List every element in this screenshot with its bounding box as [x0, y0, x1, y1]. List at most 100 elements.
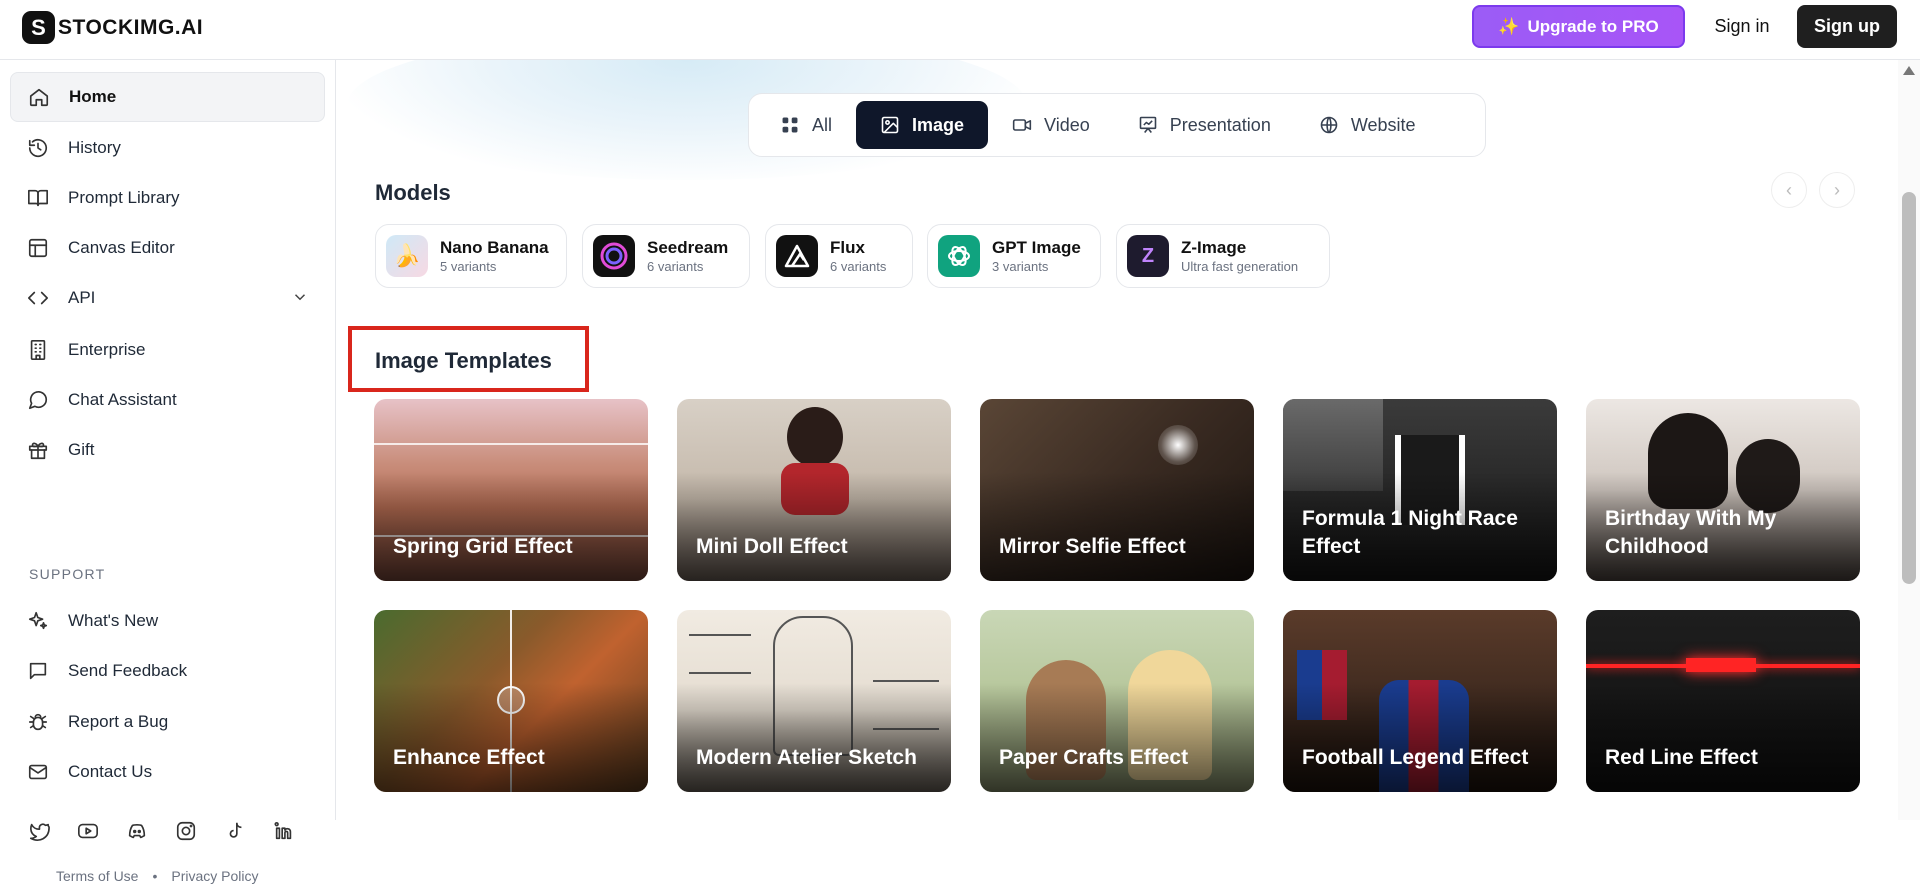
sign-up-button[interactable]: Sign up — [1797, 5, 1897, 48]
seedream-icon — [593, 235, 635, 277]
model-variants: 3 variants — [992, 258, 1049, 274]
template-label: Birthday With My Childhood — [1605, 507, 1777, 558]
tab-presentation[interactable]: Presentation — [1114, 101, 1295, 149]
sidebar-item-enterprise[interactable]: Enterprise — [10, 325, 325, 375]
template-card-red-line[interactable]: Red Line Effect — [1586, 610, 1860, 792]
support-heading: SUPPORT — [29, 566, 106, 582]
model-card-flux[interactable]: Flux 6 variants — [765, 224, 913, 288]
template-label: Football Legend Effect — [1302, 746, 1529, 769]
sidebar-item-history[interactable]: History — [10, 123, 325, 173]
model-card-nano-banana[interactable]: 🍌 Nano Banana 5 variants — [375, 224, 567, 288]
model-card-gpt-image[interactable]: GPT Image 3 variants — [927, 224, 1101, 288]
upgrade-button[interactable]: ✨ Upgrade to PRO — [1472, 5, 1685, 48]
footer-links: Terms of Use • Privacy Policy — [56, 868, 259, 884]
sidebar-item-label: Canvas Editor — [68, 238, 175, 257]
model-card-seedream[interactable]: Seedream 6 variants — [582, 224, 750, 288]
tab-label: Image — [912, 114, 965, 135]
template-card-birthday[interactable]: Birthday With My Childhood — [1586, 399, 1860, 581]
sidebar-item-gift[interactable]: Gift — [10, 425, 325, 475]
model-name: GPT Image — [992, 237, 1081, 257]
sidebar-item-label: Enterprise — [68, 340, 146, 359]
tab-all[interactable]: All — [756, 101, 856, 149]
sign-in-button[interactable]: Sign in — [1700, 5, 1784, 48]
sidebar-item-prompt-library[interactable]: Prompt Library — [10, 173, 325, 223]
globe-icon — [1320, 116, 1338, 134]
sidebar-item-report-bug[interactable]: Report a Bug — [10, 697, 325, 747]
image-icon — [881, 116, 899, 134]
sidebar-item-label: What's New — [68, 611, 159, 630]
template-card-spring-grid[interactable]: Spring Grid Effect — [374, 399, 648, 581]
privacy-link[interactable]: Privacy Policy — [171, 868, 258, 884]
category-tabs: All Image Video Presentation Website — [748, 93, 1486, 157]
top-bar: S STOCKIMG.AI ✨ Upgrade to PRO Sign in S… — [0, 0, 1920, 60]
linkedin-icon[interactable] — [273, 820, 295, 842]
template-card-football-legend[interactable]: Football Legend Effect — [1283, 610, 1557, 792]
flux-icon — [776, 235, 818, 277]
tab-label: Video — [1044, 114, 1090, 135]
template-label: Red Line Effect — [1605, 746, 1758, 769]
tiktok-icon[interactable] — [224, 820, 246, 842]
scrollbar[interactable] — [1898, 60, 1920, 820]
template-label: Paper Crafts Effect — [999, 746, 1189, 769]
gift-icon — [26, 438, 50, 462]
video-icon — [1012, 119, 1032, 131]
sidebar-item-canvas-editor[interactable]: Canvas Editor — [10, 223, 325, 273]
scroll-up-arrow[interactable] — [1903, 66, 1915, 75]
sidebar-item-contact-us[interactable]: Contact Us — [10, 747, 325, 797]
carousel-prev-button[interactable]: ‹ — [1771, 172, 1807, 208]
chevron-down-icon[interactable] — [291, 288, 309, 311]
tab-image[interactable]: Image — [856, 101, 989, 149]
model-variants: 6 variants — [830, 258, 887, 274]
brand-logo[interactable]: S STOCKIMG.AI — [22, 11, 203, 44]
grid-icon — [782, 117, 798, 133]
separator-dot: • — [152, 868, 158, 884]
model-name: Nano Banana — [440, 237, 549, 257]
mail-icon — [26, 760, 50, 784]
template-card-formula-1[interactable]: Formula 1 Night Race Effect — [1283, 399, 1557, 581]
template-card-mini-doll[interactable]: Mini Doll Effect — [677, 399, 951, 581]
model-name: Z-Image — [1181, 237, 1247, 257]
model-name: Seedream — [647, 237, 729, 257]
bug-icon — [26, 710, 50, 734]
z-image-icon: Z — [1127, 235, 1169, 277]
template-card-enhance[interactable]: Enhance Effect — [374, 610, 648, 792]
sidebar-item-label: Send Feedback — [68, 661, 188, 680]
carousel-next-button[interactable]: › — [1819, 172, 1855, 208]
twitter-icon[interactable] — [28, 820, 50, 842]
social-links — [28, 820, 295, 842]
sidebar-item-whats-new[interactable]: What's New — [10, 596, 325, 646]
terms-link[interactable]: Terms of Use — [56, 868, 138, 884]
model-name: Flux — [830, 237, 865, 257]
template-label: Mini Doll Effect — [696, 535, 848, 558]
tab-website[interactable]: Website — [1295, 101, 1440, 149]
model-variants: Ultra fast generation — [1181, 258, 1299, 274]
template-card-paper-crafts[interactable]: Paper Crafts Effect — [980, 610, 1254, 792]
model-variants: 6 variants — [647, 258, 704, 274]
sidebar-item-home[interactable]: Home — [10, 72, 325, 122]
models-heading: Models — [375, 180, 451, 205]
brand-name: STOCKIMG.AI — [58, 15, 204, 39]
sidebar-item-label: Prompt Library — [68, 188, 180, 207]
sidebar-item-label: Gift — [68, 440, 95, 459]
sidebar-item-label: Home — [69, 87, 117, 106]
template-label: Modern Atelier Sketch — [696, 746, 917, 769]
scrollbar-thumb[interactable] — [1902, 192, 1916, 584]
sidebar-item-api[interactable]: API — [10, 273, 325, 323]
sidebar-item-send-feedback[interactable]: Send Feedback — [10, 646, 325, 696]
template-card-mirror-selfie[interactable]: Mirror Selfie Effect — [980, 399, 1254, 581]
tab-label: Presentation — [1169, 114, 1271, 135]
message-icon — [26, 659, 50, 683]
template-label: Mirror Selfie Effect — [999, 535, 1186, 558]
model-card-z-image[interactable]: Z Z-Image Ultra fast generation — [1116, 224, 1330, 288]
sidebar-item-chat-assistant[interactable]: Chat Assistant — [10, 375, 325, 425]
template-label: Enhance Effect — [393, 746, 545, 769]
discord-icon[interactable] — [126, 820, 148, 842]
tab-video[interactable]: Video — [988, 101, 1114, 149]
sparkle-icon: ✨ — [1498, 16, 1520, 36]
sidebar-item-label: API — [68, 288, 96, 307]
youtube-icon[interactable] — [77, 820, 99, 842]
sidebar-item-label: History — [68, 138, 121, 157]
template-card-modern-atelier[interactable]: Modern Atelier Sketch — [677, 610, 951, 792]
chat-icon — [26, 388, 50, 412]
instagram-icon[interactable] — [175, 820, 197, 842]
